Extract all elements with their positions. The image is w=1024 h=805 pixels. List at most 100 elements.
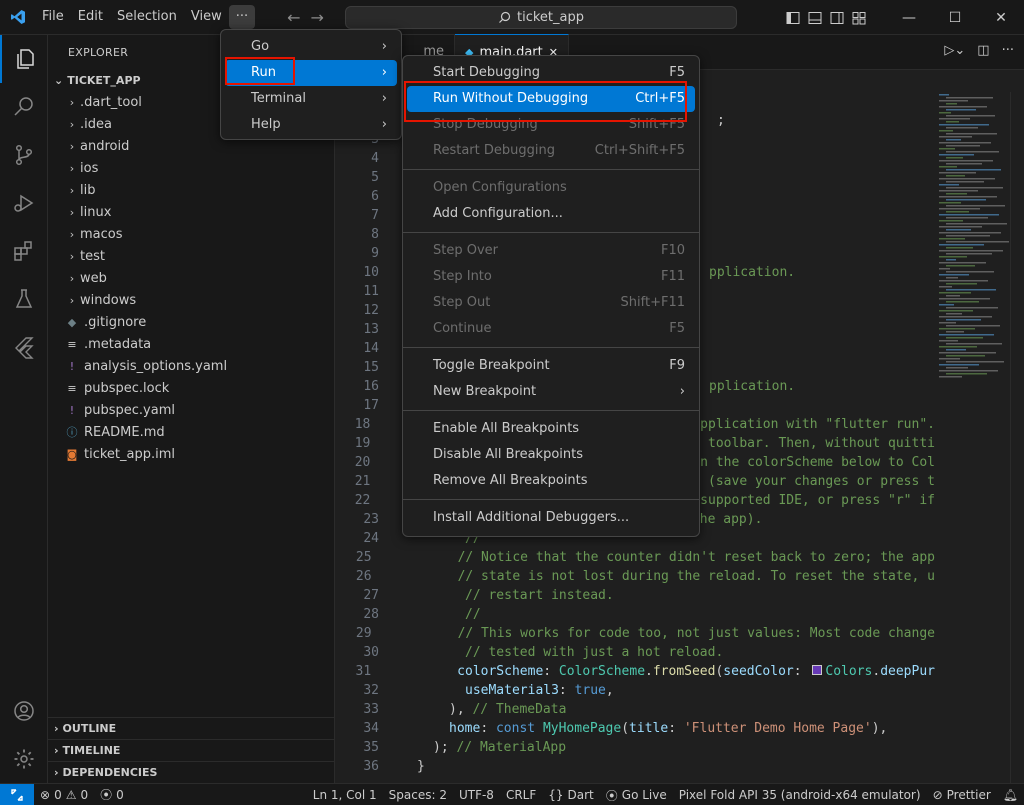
close-icon[interactable]: ✕ (978, 0, 1024, 35)
minimap-line (939, 304, 954, 306)
tree-folder[interactable]: › windows (48, 290, 334, 312)
run-debug-icon[interactable] (0, 179, 48, 227)
code-token: -supported IDE, or press "r" if (692, 493, 935, 508)
minimap-line (939, 208, 980, 210)
minimap-line (946, 313, 962, 315)
outline-section[interactable]: › OUTLINE (48, 717, 335, 739)
encoding[interactable]: UTF-8 (453, 788, 500, 802)
layout-controls (786, 11, 866, 25)
prettier-status[interactable]: ⊘ Prettier (927, 788, 997, 802)
tree-file[interactable]: ⓘ README.md (48, 422, 334, 444)
code-line: 27 // restart instead. (335, 586, 935, 605)
minimap-line (946, 367, 968, 369)
menu-item-label: Terminal (251, 91, 306, 106)
tree-folder[interactable]: › ios (48, 158, 334, 180)
menu-more-button[interactable]: ··· (228, 5, 256, 29)
more-actions-icon[interactable]: ··· (1002, 43, 1014, 58)
tree-file[interactable]: ! pubspec.yaml (48, 400, 334, 422)
remote-indicator-icon[interactable] (0, 783, 34, 805)
minimap-line (946, 247, 973, 249)
tree-file[interactable]: ◙ ticket_app.iml (48, 444, 334, 466)
minimap-line (946, 253, 992, 255)
tree-file[interactable]: ≡ pubspec.lock (48, 378, 334, 400)
chevron-right-icon: › (381, 65, 387, 80)
dependencies-section[interactable]: › DEPENDENCIES (48, 761, 335, 783)
search-icon[interactable] (0, 83, 48, 131)
toggle-primary-sidebar-icon[interactable] (786, 11, 800, 25)
run-debug-dropdown-icon[interactable]: ▷⌄ (944, 43, 965, 58)
flutter-icon[interactable] (0, 323, 48, 371)
menu-edit[interactable]: Edit (71, 5, 110, 29)
extensions-icon[interactable] (0, 227, 48, 275)
tree-folder[interactable]: › linux (48, 202, 334, 224)
minimap-line (939, 118, 970, 120)
run-menu-toggle-breakpoint[interactable]: Toggle Breakpoint F9 (407, 353, 695, 379)
cursor-position[interactable]: Ln 1, Col 1 (307, 788, 383, 802)
maximize-icon[interactable]: ☐ (932, 0, 978, 35)
run-menu-remove-all-breakpoints[interactable]: Remove All Breakpoints (407, 468, 695, 494)
tree-file[interactable]: ◆ .gitignore (48, 312, 334, 334)
menu-item-terminal[interactable]: Terminal › (225, 86, 397, 112)
run-menu-install-additional-debuggers[interactable]: Install Additional Debuggers... (407, 505, 695, 531)
minimap-line (939, 124, 989, 126)
tree-folder[interactable]: › web (48, 268, 334, 290)
tree-folder[interactable]: › lib (48, 180, 334, 202)
code-token: seedColor (723, 664, 794, 679)
tree-file[interactable]: ≡ .metadata (48, 334, 334, 356)
ports-indicator[interactable]: ⦿ 0 (94, 786, 130, 803)
toggle-secondary-sidebar-icon[interactable] (830, 11, 844, 25)
minimap-line (946, 355, 985, 357)
timeline-section[interactable]: › TIMELINE (48, 739, 335, 761)
menu-item-help[interactable]: Help › (225, 112, 397, 138)
minimap-line (946, 127, 978, 129)
code-token: colorScheme (457, 664, 544, 679)
menu-view[interactable]: View (184, 5, 229, 29)
run-menu-disable-all-breakpoints[interactable]: Disable All Breakpoints (407, 442, 695, 468)
settings-gear-icon[interactable] (0, 735, 48, 783)
run-menu-open-configurations: Open Configurations (407, 175, 695, 201)
language-mode[interactable]: {} Dart (542, 788, 600, 802)
testing-flask-icon[interactable] (0, 275, 48, 323)
tree-folder[interactable]: › test (48, 246, 334, 268)
forward-arrow-icon[interactable]: → (311, 8, 324, 27)
minimap[interactable] (935, 92, 1010, 392)
indentation[interactable]: Spaces: 2 (383, 788, 453, 802)
accounts-icon[interactable] (0, 687, 48, 735)
toggle-panel-icon[interactable] (808, 11, 822, 25)
run-menu-enable-all-breakpoints[interactable]: Enable All Breakpoints (407, 416, 695, 442)
chevron-right-icon: › (69, 272, 75, 285)
run-menu-add-configuration[interactable]: Add Configuration... (407, 201, 695, 227)
minimap-line (946, 103, 957, 105)
code-text: application with "flutter run". (692, 415, 935, 434)
end-of-line[interactable]: CRLF (500, 788, 542, 802)
file-type-icon: ◙ (66, 448, 78, 461)
problems-indicator[interactable]: ⊗ 0 ⚠ 0 (34, 788, 94, 802)
source-control-icon[interactable] (0, 131, 48, 179)
back-arrow-icon[interactable]: ← (287, 8, 300, 27)
menu-selection[interactable]: Selection (110, 5, 184, 29)
minimize-icon[interactable]: — (886, 0, 932, 35)
menu-file[interactable]: File (35, 5, 71, 29)
menu-separator (403, 410, 699, 411)
minimap-line (939, 154, 974, 156)
notifications-bell-icon[interactable]: 🔔︎ (997, 788, 1024, 802)
flutter-device[interactable]: Pixel Fold API 35 (android-x64 emulator) (673, 788, 927, 802)
tree-file[interactable]: ! analysis_options.yaml (48, 356, 334, 378)
split-editor-icon[interactable]: ◫ (977, 43, 989, 58)
run-submenu: Start Debugging F5 Run Without Debugging Ct… (402, 55, 700, 537)
minimap-line (946, 361, 1004, 363)
run-menu-new-breakpoint[interactable]: New Breakpoint › (407, 379, 695, 405)
dependencies-label: DEPENDENCIES (62, 765, 158, 779)
command-center-search[interactable]: ticket_app (345, 6, 737, 29)
explorer-icon[interactable] (0, 35, 48, 83)
line-number: 15 (363, 360, 379, 375)
code-text: ), // ThemeData (449, 700, 566, 719)
customize-layout-icon[interactable] (852, 11, 866, 25)
code-text: ; (717, 111, 725, 130)
chevron-right-icon: › (69, 184, 75, 197)
line-number: 12 (363, 303, 379, 318)
editor-scrollbar[interactable] (1010, 92, 1024, 783)
go-live-button[interactable]: ⦿ Go Live (600, 787, 673, 804)
tree-folder[interactable]: › macos (48, 224, 334, 246)
code-line: 26 // state is not lost during the reload… (335, 567, 935, 586)
